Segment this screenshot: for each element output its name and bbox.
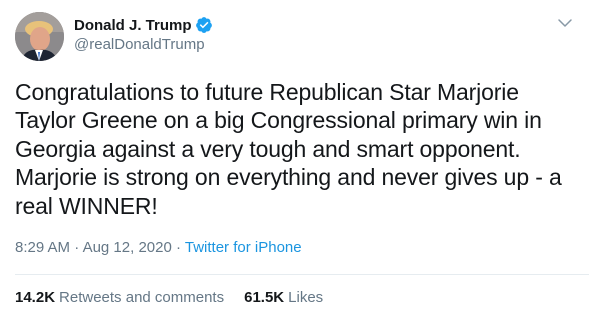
tweet-header: Donald J. Trump @realDonaldTrump [15, 12, 574, 62]
likes-label: Likes [288, 289, 324, 306]
likes-count: 61.5K [244, 289, 285, 306]
user-handle[interactable]: @realDonaldTrump [74, 35, 213, 55]
tweet-card: Donald J. Trump @realDonaldTrump Congrat… [0, 0, 589, 319]
retweets-count: 14.2K [15, 289, 56, 306]
name-row: Donald J. Trump [74, 15, 213, 35]
user-names: Donald J. Trump @realDonaldTrump [74, 12, 213, 55]
tweet-time[interactable]: 8:29 AM [15, 239, 70, 256]
tweet-date[interactable]: Aug 12, 2020 [83, 239, 172, 256]
tweet-source-link[interactable]: Twitter for iPhone [185, 239, 302, 256]
avatar[interactable] [15, 12, 64, 61]
divider [15, 274, 589, 275]
retweets-label: Retweets and comments [59, 289, 225, 306]
meta-separator: · [70, 239, 83, 257]
likes-stat[interactable]: 61.5K Likes [244, 288, 323, 308]
tweet-text: Congratulations to future Republican Sta… [15, 79, 562, 219]
tweet-stats: 14.2K Retweets and comments 61.5K Likes [15, 288, 323, 308]
chevron-down-icon[interactable] [556, 14, 574, 32]
display-name[interactable]: Donald J. Trump [74, 17, 192, 34]
tweet-meta: 8:29 AM · Aug 12, 2020 · Twitter for iPh… [15, 238, 574, 258]
meta-separator: · [171, 239, 185, 257]
verified-badge-icon [195, 16, 213, 34]
retweets-stat[interactable]: 14.2K Retweets and comments [15, 288, 224, 308]
